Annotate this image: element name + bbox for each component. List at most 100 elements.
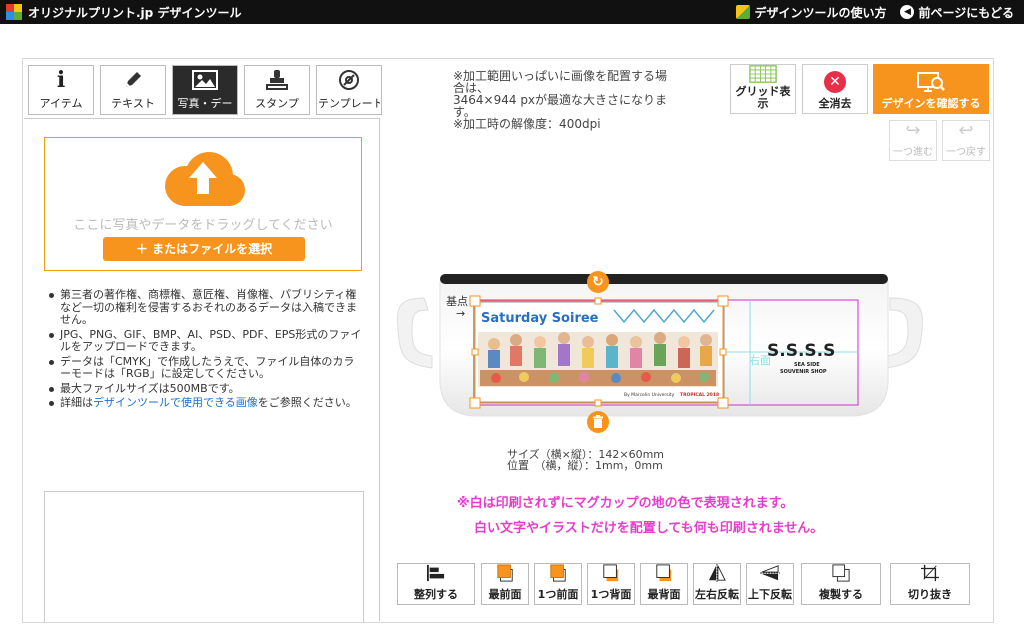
- tab-photo[interactable]: 写真・デー: [172, 65, 238, 115]
- uploaded-images-area[interactable]: [44, 491, 364, 622]
- print-area-info: ※加工範囲いっぱいに画像を配置する場合は、 3464×944 pxが最適な大きさ…: [453, 70, 678, 130]
- info-icon: i: [56, 67, 66, 93]
- note-item: 最大ファイルサイズは500MBです。: [46, 382, 364, 396]
- warning-white-only: 白い文字やイラストだけを配置しても何も印刷されません。: [474, 521, 824, 536]
- help-link[interactable]: デザインツールの使い方: [736, 4, 886, 21]
- rotate-handle-icon[interactable]: ↻: [587, 271, 609, 293]
- mug-brand-sub1: SEA SIDE: [794, 362, 820, 368]
- send-to-back-button[interactable]: 最背面: [640, 563, 688, 605]
- info-line: ※加工時の解像度：400dpi: [453, 117, 601, 131]
- tab-text[interactable]: テキスト: [100, 65, 166, 115]
- crop-button[interactable]: 切り抜き: [890, 563, 970, 605]
- pen-icon: [126, 72, 141, 87]
- clear-icon: ✕: [824, 71, 846, 93]
- tab-label: アイテム: [39, 97, 83, 110]
- mug-canvas[interactable]: Saturday Soiree By Marcelin University T…: [384, 260, 964, 440]
- image-icon: [192, 70, 218, 90]
- tab-label: スタンプ: [255, 97, 299, 110]
- flip-horizontal-label: 左右反転: [695, 588, 739, 601]
- bring-forward-icon: [550, 564, 566, 582]
- clear-all-button[interactable]: ✕ 全消去: [802, 64, 868, 114]
- align-icon: [427, 564, 445, 582]
- grid-label: グリッド表示: [735, 85, 791, 110]
- grid-button[interactable]: グリッド表示: [730, 64, 796, 114]
- stamp-icon: [266, 70, 288, 90]
- tab-label: テキスト: [111, 97, 155, 110]
- send-backward-icon: [603, 564, 619, 582]
- duplicate-label: 複製する: [819, 588, 863, 601]
- trash-icon: [593, 415, 603, 428]
- crop-label: 切り抜き: [908, 588, 952, 601]
- bring-forward-button[interactable]: 1つ前面: [534, 563, 582, 605]
- artwork-title: Saturday Soiree: [481, 311, 599, 326]
- flip-horizontal-icon: [708, 564, 726, 582]
- confirm-design-button[interactable]: デザインを確認する: [873, 64, 989, 114]
- right-side-label: 右面: [749, 353, 771, 367]
- undo-label: 一つ戻す: [946, 147, 986, 158]
- grid-icon: [749, 65, 777, 83]
- redo-button[interactable]: ↪ 一つ進む: [889, 120, 937, 161]
- left-panel: i アイテム テキスト 写真・デー スタンプ テンプレート ここに写真やデータを…: [24, 60, 382, 622]
- preview-icon: [917, 72, 945, 92]
- help-link-label: デザインツールの使い方: [754, 5, 887, 20]
- size-info: サイズ（横×縦）：142×60mm 位置 （横，縦）：1mm，0mm: [507, 449, 664, 471]
- tab-label: 写真・デー: [177, 97, 233, 110]
- back-arrow-icon: ◀: [900, 5, 915, 19]
- clear-label: 全消去: [818, 97, 852, 110]
- note-item: データは「CMYK」で作成したうえで、ファイル自体のカラーモードは「RGB」に設…: [46, 355, 364, 381]
- duplicate-button[interactable]: 複製する: [801, 563, 881, 605]
- back-link-label: 前ページにもどる: [918, 5, 1014, 20]
- flip-vertical-label: 上下反転: [748, 588, 792, 601]
- top-bar: オリジナルプリント.jp デザインツール デザインツールの使い方 ◀ 前ページに…: [0, 0, 1024, 24]
- flip-vertical-icon: [760, 565, 780, 581]
- note-item: JPG、PNG、GIF、BMP、AI、PSD、PDF、EPS形式のファイルをアッ…: [46, 328, 364, 354]
- send-backward-label: 1つ背面: [590, 588, 632, 601]
- select-file-button[interactable]: ＋ またはファイルを選択: [103, 237, 305, 261]
- bring-forward-label: 1つ前面: [537, 588, 579, 601]
- tab-template[interactable]: テンプレート: [316, 65, 382, 115]
- align-label: 整列する: [414, 588, 458, 601]
- note-item: 第三者の著作権、商標権、意匠権、肖像権、パブリシティ権など一切の権利を侵害するお…: [46, 288, 364, 327]
- send-to-back-label: 最背面: [647, 588, 681, 601]
- origin-arrow: →: [456, 307, 465, 320]
- tab-item[interactable]: i アイテム: [28, 65, 94, 115]
- warning-white-ink: ※白は印刷されずにマグカップの地の色で表現されます。: [457, 496, 794, 511]
- note-item: 詳細はデザインツールで使用できる画像をご参照ください。: [46, 396, 364, 410]
- flip-horizontal-button[interactable]: 左右反転: [693, 563, 741, 605]
- delete-handle-icon[interactable]: [587, 411, 609, 433]
- align-button[interactable]: 整列する: [397, 563, 475, 605]
- send-back-icon: [656, 564, 672, 582]
- tab-label: テンプレート: [318, 97, 380, 110]
- usable-images-link[interactable]: デザインツールで使用できる画像: [93, 396, 258, 409]
- bring-to-front-label: 最前面: [488, 588, 522, 601]
- duplicate-icon: [832, 564, 850, 582]
- upload-notes: 第三者の著作権、商標権、意匠権、肖像権、パブリシティ権など一切の権利を侵害するお…: [46, 288, 364, 412]
- undo-icon: ↩: [958, 120, 974, 141]
- mug-brand-sub2: SOUVENIR SHOP: [780, 369, 827, 375]
- tool-tabs: i アイテム テキスト 写真・デー スタンプ テンプレート: [28, 65, 382, 115]
- brand-name: オリジナルプリント.jp デザインツール: [28, 5, 242, 20]
- note-prefix: 詳細は: [60, 396, 93, 409]
- template-icon: [339, 70, 359, 90]
- photo-panel: ここに写真やデータをドラッグしてください ＋ またはファイルを選択 第三者の著作…: [24, 118, 380, 622]
- brand-logo-icon: [6, 4, 22, 20]
- mug-brand-text: S.S.S.S: [767, 341, 835, 361]
- mug-drawing: Saturday Soiree By Marcelin University T…: [396, 274, 923, 417]
- confirm-label: デザインを確認する: [881, 97, 981, 110]
- send-backward-button[interactable]: 1つ背面: [587, 563, 635, 605]
- bring-to-front-button[interactable]: 最前面: [481, 563, 529, 605]
- brand[interactable]: オリジナルプリント.jp デザインツール: [6, 3, 241, 21]
- book-icon: [736, 5, 751, 19]
- redo-icon: ↪: [905, 120, 921, 141]
- bring-front-icon: [497, 564, 513, 582]
- tab-stamp[interactable]: スタンプ: [244, 65, 310, 115]
- crop-icon: [921, 564, 939, 582]
- upload-dropzone[interactable]: ここに写真やデータをドラッグしてください ＋ またはファイルを選択: [44, 137, 362, 271]
- flip-vertical-button[interactable]: 上下反転: [746, 563, 794, 605]
- note-suffix: をご参照ください。: [257, 396, 357, 409]
- top-nav: デザインツールの使い方 ◀ 前ページにもどる: [736, 3, 1014, 21]
- back-link[interactable]: ◀ 前ページにもどる: [900, 4, 1014, 21]
- artwork-credit: By Marcelin University: [624, 392, 675, 398]
- undo-button[interactable]: ↩ 一つ戻す: [942, 120, 990, 161]
- redo-label: 一つ進む: [893, 147, 933, 158]
